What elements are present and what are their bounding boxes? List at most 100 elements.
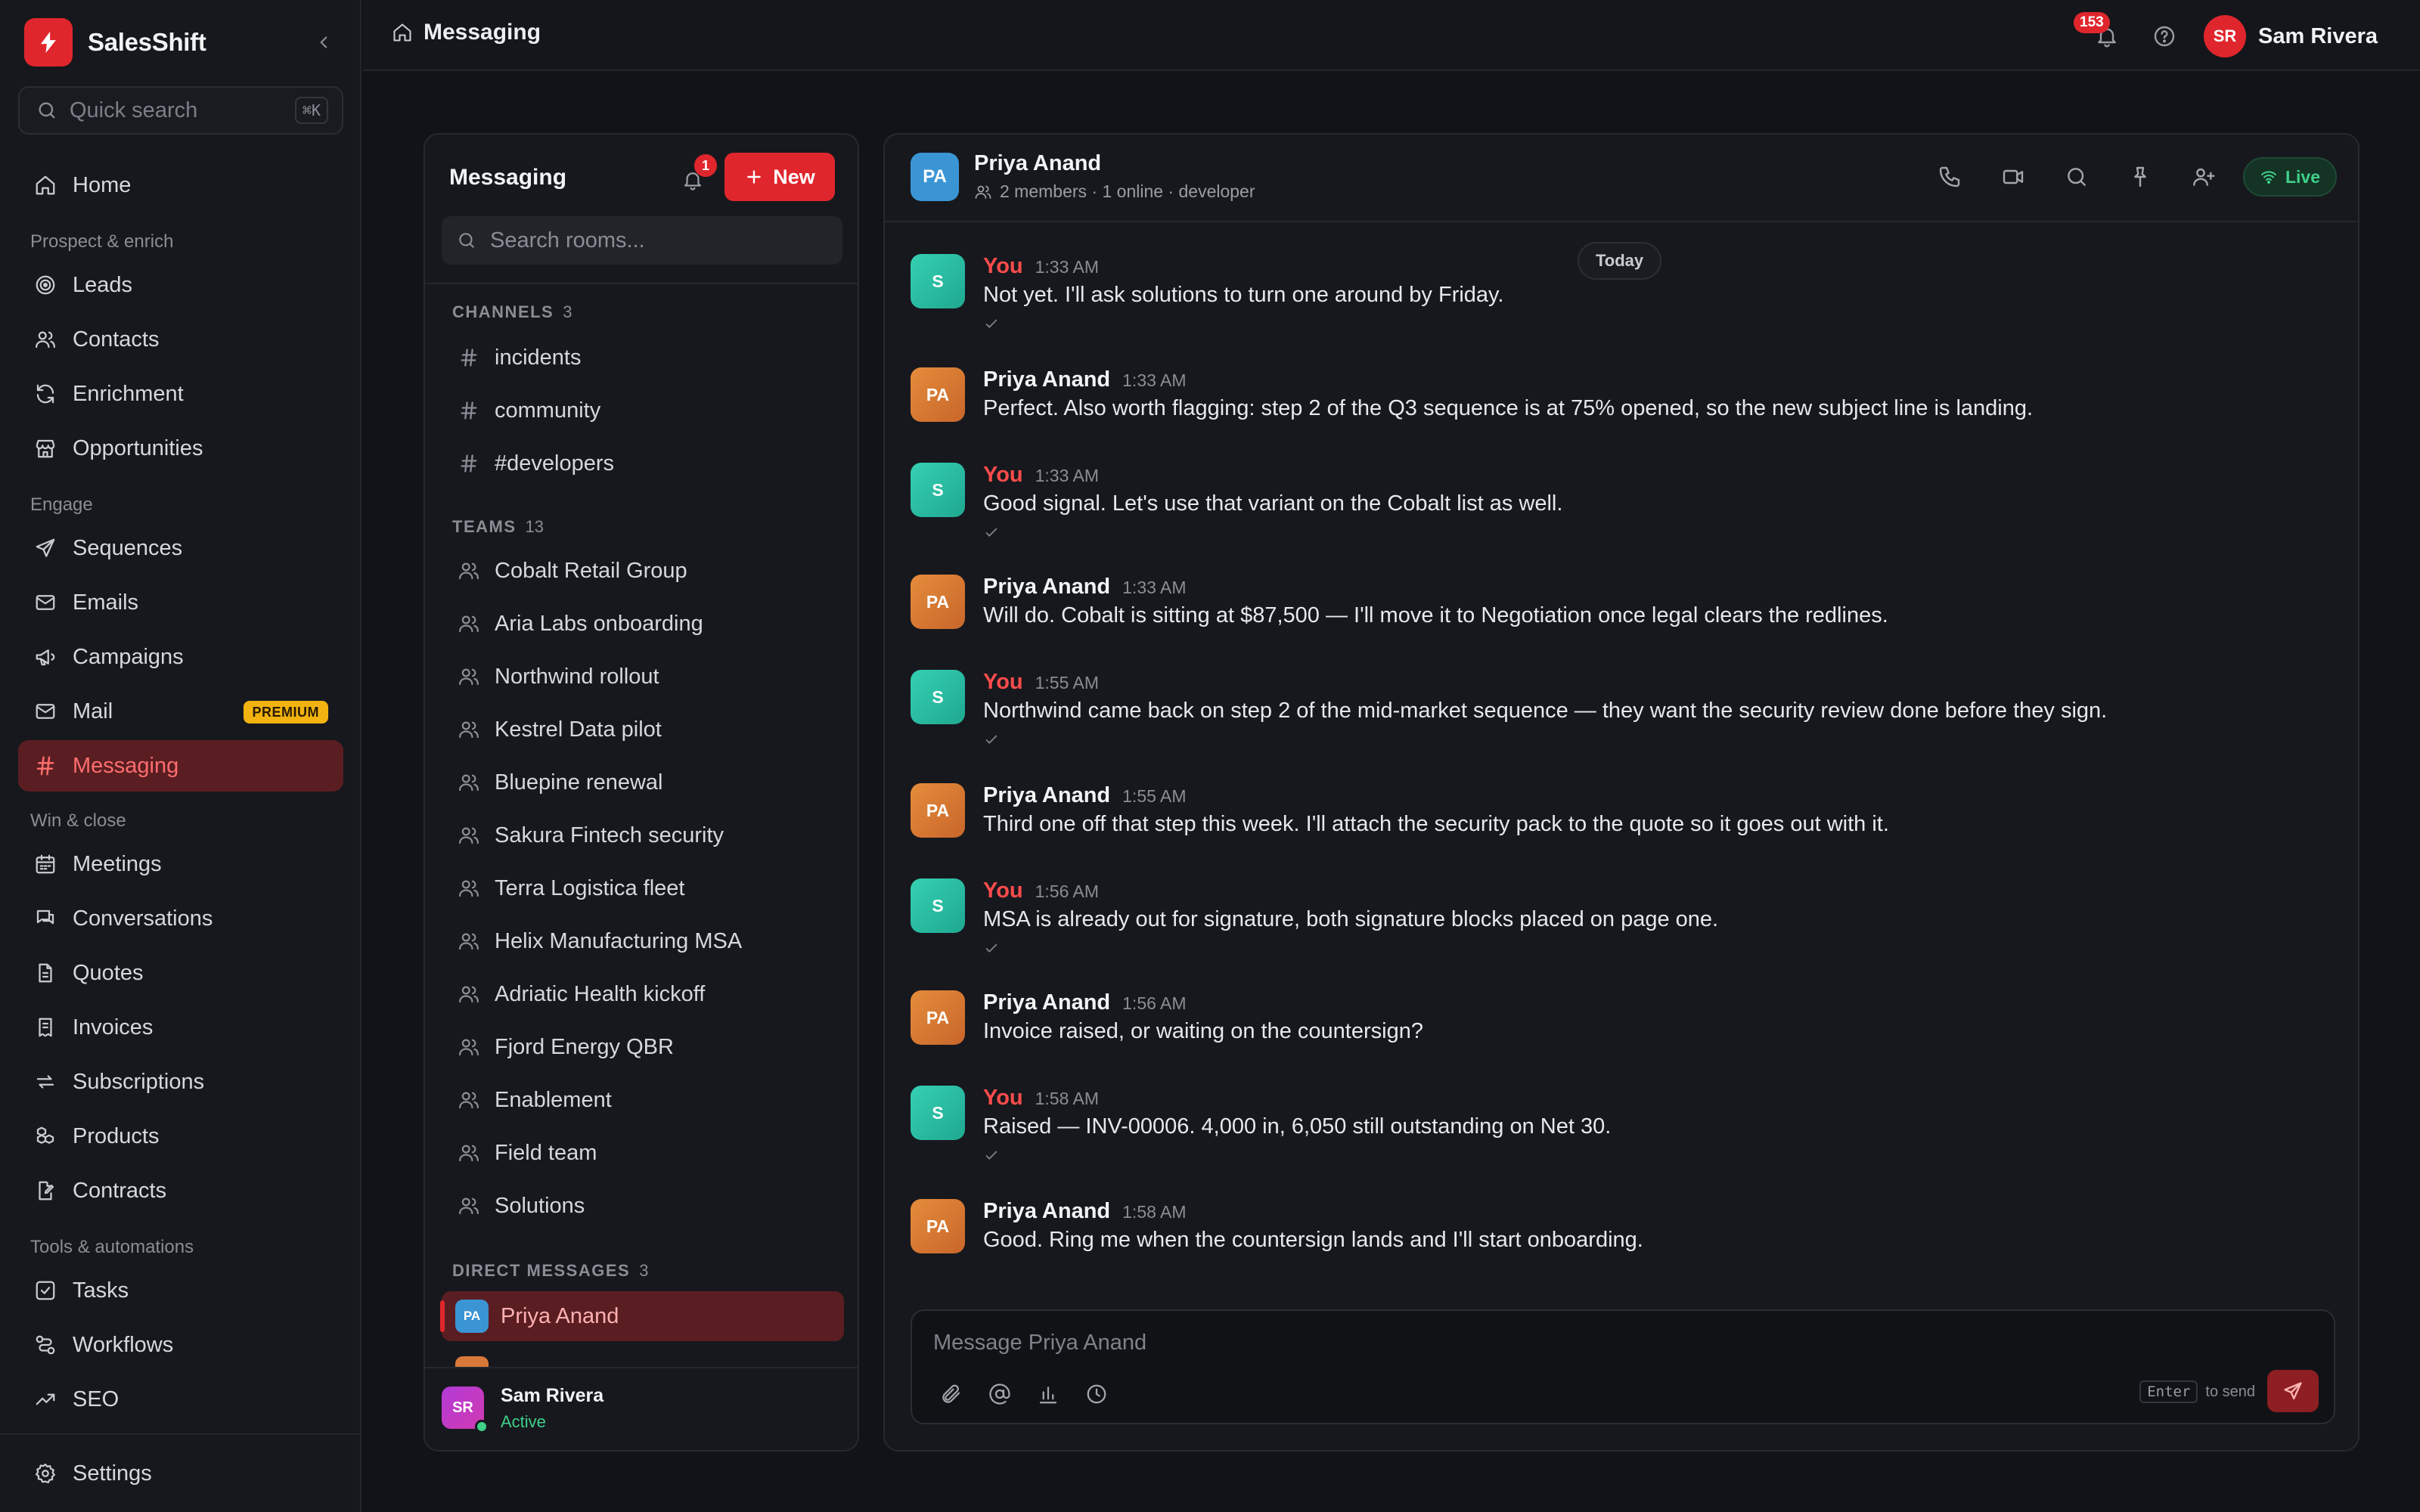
notifications-button[interactable]: 153 xyxy=(2074,12,2125,54)
paperclip-icon xyxy=(942,1384,960,1403)
message-time: 1:33 AM xyxy=(1122,578,1187,597)
collapse-sidebar-button[interactable] xyxy=(309,27,339,57)
video-call-button[interactable] xyxy=(1992,156,2034,198)
team-item[interactable]: Helix Manufacturing MSA xyxy=(442,916,844,966)
team-item[interactable]: Aria Labs onboarding xyxy=(442,599,844,649)
team-item[interactable]: Enablement xyxy=(442,1075,844,1125)
sidebar-item-emails[interactable]: Emails xyxy=(18,577,343,628)
message-avatar: S xyxy=(911,878,965,933)
breadcrumb[interactable]: Messaging xyxy=(392,20,541,45)
new-room-button[interactable]: New xyxy=(724,153,835,201)
message-composer[interactable]: Message Priya Anand Enter to send xyxy=(911,1309,2335,1424)
at-sign-icon xyxy=(989,1383,1010,1405)
mention-button[interactable] xyxy=(985,1379,1015,1409)
team-name: Sakura Fintech security xyxy=(495,823,724,847)
sidebar-item-subscriptions[interactable]: Subscriptions xyxy=(18,1056,343,1108)
team-name: Aria Labs onboarding xyxy=(495,611,703,636)
rooms-notifications-button[interactable]: 1 xyxy=(675,154,717,198)
dm-item-priya-anand[interactable]: PA Priya Anand xyxy=(440,1291,844,1341)
brand[interactable]: SalesShift xyxy=(24,18,206,67)
help-icon xyxy=(2154,26,2175,47)
team-item[interactable]: Solutions xyxy=(442,1181,844,1231)
team-item[interactable]: Sakura Fintech security xyxy=(442,810,844,860)
poll-button[interactable] xyxy=(1033,1379,1063,1409)
sidebar-item-workflows[interactable]: Workflows xyxy=(18,1319,343,1371)
search-messages-button[interactable] xyxy=(2055,156,2098,198)
add-member-button[interactable] xyxy=(2183,156,2225,198)
rooms-footer-user[interactable]: SR Sam Rivera Active xyxy=(425,1367,858,1450)
sidebar-item-label: Mail xyxy=(73,699,113,723)
sidebar-item-seo[interactable]: SEO xyxy=(18,1374,343,1425)
sidebar-item-enrichment[interactable]: Enrichment xyxy=(18,368,343,420)
channel-item[interactable]: incidents xyxy=(442,333,844,383)
section-label-prospect: Prospect & enrich xyxy=(30,231,174,252)
sidebar-item-campaigns[interactable]: Campaigns xyxy=(18,631,343,683)
users-icon xyxy=(455,1086,482,1114)
message-time: 1:56 AM xyxy=(1035,881,1100,901)
pin-button[interactable] xyxy=(2119,156,2161,198)
channels-label: CHANNELS xyxy=(452,302,554,321)
team-item[interactable]: Terra Logistica fleet xyxy=(442,863,844,913)
composer-placeholder: Message Priya Anand xyxy=(933,1331,1147,1355)
sidebar: SalesShift Quick search ⌘K Home Prospect… xyxy=(0,0,361,1512)
message-meta: You 1:55 AM xyxy=(983,670,1099,697)
plus-icon xyxy=(747,170,762,184)
message-author: You xyxy=(983,1086,1023,1110)
channel-item[interactable]: community xyxy=(442,386,844,435)
brand-logo-icon xyxy=(24,18,73,67)
team-item[interactable]: Fjord Energy QBR xyxy=(442,1022,844,1072)
users-icon xyxy=(455,981,482,1008)
attach-button[interactable] xyxy=(936,1379,966,1409)
team-item[interactable]: Adriatic Health kickoff xyxy=(442,969,844,1019)
users-icon xyxy=(455,557,482,584)
sidebar-item-products[interactable]: Products xyxy=(18,1111,343,1162)
message-meta: Priya Anand 1:55 AM xyxy=(983,783,1187,810)
message-author: Priya Anand xyxy=(983,990,1111,1015)
sidebar-item-meetings[interactable]: Meetings xyxy=(18,838,343,890)
users-icon xyxy=(455,1033,482,1061)
users-icon xyxy=(455,875,482,902)
team-item[interactable]: Cobalt Retail Group xyxy=(442,546,844,596)
sidebar-item-mail[interactable]: Mail PREMIUM xyxy=(18,686,343,737)
sidebar-item-opportunities[interactable]: Opportunities xyxy=(18,423,343,474)
message-text: Good signal. Let's use that variant on t… xyxy=(983,491,1563,516)
phone-icon xyxy=(1939,166,1960,187)
sidebar-item-sequences[interactable]: Sequences xyxy=(18,522,343,574)
channel-item[interactable]: #developers xyxy=(442,438,844,488)
sidebar-item-leads[interactable]: Leads xyxy=(18,259,343,311)
message-text: Raised — INV-00006. 4,000 in, 6,050 stil… xyxy=(983,1114,1612,1139)
sidebar-item-settings[interactable]: Settings xyxy=(18,1448,343,1499)
sidebar-item-label: Enrichment xyxy=(73,381,184,406)
team-item[interactable]: Bluepine renewal xyxy=(442,758,844,807)
search-icon xyxy=(459,233,474,248)
user-menu[interactable]: SR Sam Rivera xyxy=(2204,15,2378,57)
schedule-button[interactable] xyxy=(1081,1379,1112,1409)
chat-title[interactable]: Priya Anand xyxy=(974,151,1101,176)
sidebar-item-invoices[interactable]: Invoices xyxy=(18,1002,343,1053)
sidebar-item-messaging[interactable]: Messaging xyxy=(18,740,343,792)
user-plus-icon xyxy=(2193,168,2215,186)
file-signature-icon xyxy=(32,1177,59,1204)
sidebar-item-conversations[interactable]: Conversations xyxy=(18,893,343,944)
send-button[interactable] xyxy=(2267,1370,2319,1412)
sidebar-item-label: Tasks xyxy=(73,1278,129,1303)
help-button[interactable] xyxy=(2146,18,2183,54)
room-search-input[interactable]: Search rooms... xyxy=(442,216,842,265)
sidebar-item-contracts[interactable]: Contracts xyxy=(18,1165,343,1216)
teams-label: TEAMS xyxy=(452,517,517,536)
quick-search-input[interactable]: Quick search ⌘K xyxy=(18,86,343,135)
team-item[interactable]: Northwind rollout xyxy=(442,652,844,702)
channel-name: incidents xyxy=(495,345,582,370)
team-name: Cobalt Retail Group xyxy=(495,558,687,583)
message-author: Priya Anand xyxy=(983,783,1111,807)
send-hint: Enter to send xyxy=(2139,1380,2255,1403)
sidebar-item-contacts[interactable]: Contacts xyxy=(18,314,343,365)
sidebar-item-tasks[interactable]: Tasks xyxy=(18,1265,343,1316)
message-meta: You 1:58 AM xyxy=(983,1086,1099,1113)
team-item[interactable]: Kestrel Data pilot xyxy=(442,705,844,754)
sidebar-item-quotes[interactable]: Quotes xyxy=(18,947,343,999)
sidebar-item-home[interactable]: Home xyxy=(18,160,343,211)
users-icon xyxy=(455,822,482,849)
team-item[interactable]: Field team xyxy=(442,1128,844,1178)
call-button[interactable] xyxy=(1928,156,1971,198)
